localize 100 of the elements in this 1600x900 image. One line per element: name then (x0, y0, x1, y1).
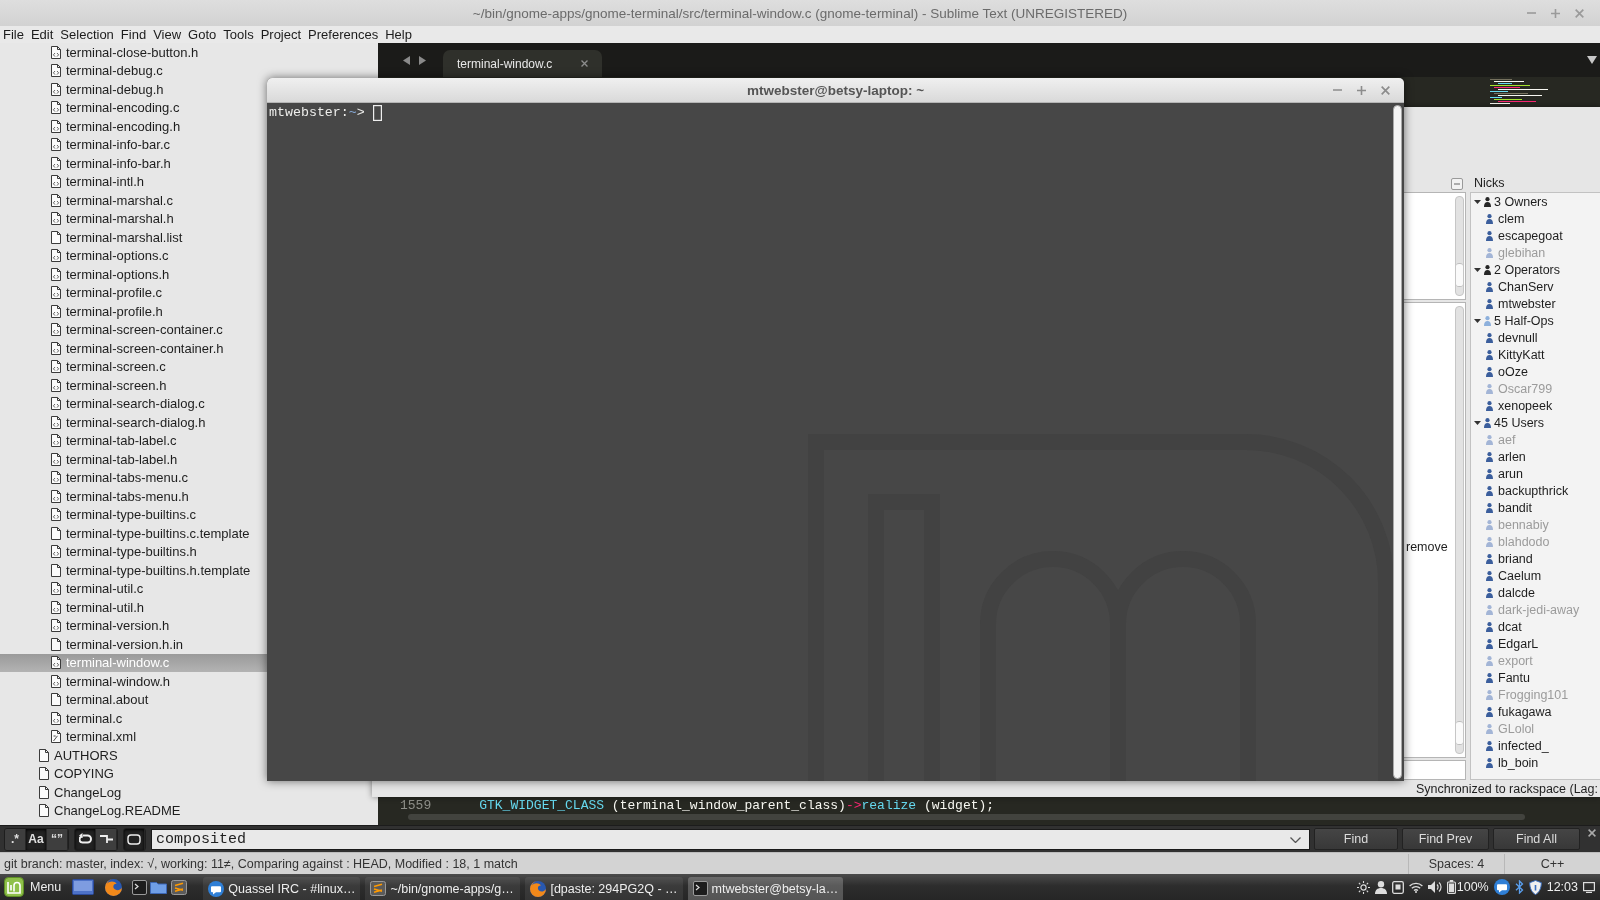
wifi-icon[interactable] (1408, 881, 1423, 893)
nick-item[interactable]: dalcde (1471, 584, 1600, 601)
maximize-icon[interactable] (1357, 85, 1366, 95)
file-tree-item[interactable]: AUTHORS (0, 746, 126, 765)
dropdown-arrow-icon[interactable] (1587, 56, 1597, 64)
syntax-setting[interactable]: C++ (1504, 853, 1600, 874)
menu-item[interactable]: View (153, 26, 182, 43)
brightness-icon[interactable] (1356, 880, 1370, 894)
file-tree-item[interactable]: terminal-util.h (0, 598, 153, 617)
file-tree-item[interactable]: terminal-version.h (0, 616, 178, 635)
nick-group[interactable]: 45 Users (1471, 414, 1600, 431)
scrollbar[interactable] (408, 814, 1525, 820)
file-tree-item[interactable]: terminal-marshal.c (0, 191, 181, 210)
nick-item[interactable]: xenopeek (1471, 397, 1600, 414)
file-tree-item[interactable]: terminal.c (0, 709, 131, 728)
nick-item[interactable]: EdgarL (1471, 635, 1600, 652)
file-tree-item[interactable]: ChangeLog.README (0, 801, 189, 820)
nick-item[interactable]: backupthrick (1471, 482, 1600, 499)
menu-item[interactable]: Project (260, 26, 302, 43)
nick-item[interactable]: devnull (1471, 329, 1600, 346)
forward-arrow-icon[interactable] (419, 55, 426, 65)
file-tree-item[interactable]: terminal-profile.c (0, 283, 171, 302)
desktop-icon[interactable] (72, 879, 95, 895)
find-input[interactable]: composited (151, 828, 1310, 850)
folder-icon[interactable] (150, 880, 168, 894)
file-tree-item[interactable]: terminal-marshal.list (0, 228, 191, 247)
nick-item[interactable]: fukagawa (1471, 703, 1600, 720)
close-icon[interactable] (1381, 85, 1390, 95)
indentation-setting[interactable]: Spaces: 4 (1408, 853, 1504, 874)
expand-arrow-icon[interactable] (1474, 199, 1481, 204)
expand-arrow-icon[interactable] (1474, 318, 1481, 323)
volume-icon[interactable] (1427, 881, 1442, 893)
file-tree-item[interactable]: terminal-screen.h (0, 376, 175, 395)
menu-button[interactable]: Menu (2, 875, 65, 899)
file-tree-item[interactable]: terminal-tab-label.c (0, 431, 185, 450)
file-tree-item[interactable]: terminal-screen.c (0, 357, 174, 376)
file-tree-item[interactable]: terminal-encoding.c (0, 98, 188, 117)
nick-item[interactable]: Caelum (1471, 567, 1600, 584)
file-tree-item[interactable]: terminal-search-dialog.c (0, 394, 213, 413)
nick-item[interactable]: infected_ (1471, 737, 1600, 754)
nick-item[interactable]: bandit (1471, 499, 1600, 516)
file-tree-item[interactable]: terminal-tab-label.h (0, 450, 186, 469)
file-tree-item[interactable]: COPYING (0, 764, 122, 783)
file-tree-item[interactable]: terminal-marshal.h (0, 209, 182, 228)
close-icon[interactable] (581, 60, 588, 67)
file-tree-item[interactable]: terminal-close-button.h (0, 43, 207, 62)
nick-group[interactable]: 3 Owners (1471, 193, 1600, 210)
nick-item[interactable]: mtwebster (1471, 295, 1600, 312)
nick-item[interactable]: escapegoat (1471, 227, 1600, 244)
file-tree-item[interactable]: terminal-tabs-menu.h (0, 487, 197, 506)
file-tree-item[interactable]: terminal-type-builtins.h.template (0, 561, 259, 580)
file-tree-item[interactable]: terminal-screen-container.h (0, 339, 232, 358)
file-tree-item[interactable]: terminal-encoding.h (0, 117, 189, 136)
chat-icon[interactable] (1493, 879, 1510, 895)
nick-item[interactable]: clem (1471, 210, 1600, 227)
terminal-icon[interactable] (132, 879, 148, 895)
file-tree-item[interactable]: terminal-options.h (0, 265, 178, 284)
nick-item[interactable]: KittyKatt (1471, 346, 1600, 363)
file-tree-item[interactable]: terminal.about (0, 690, 157, 709)
file-tree-item[interactable]: terminal-screen-container.c (0, 320, 231, 339)
nick-group[interactable]: 5 Half-Ops (1471, 312, 1600, 329)
file-tree-item[interactable]: terminal-window.h (0, 672, 179, 691)
file-tree-item[interactable]: terminal-type-builtins.c (0, 505, 205, 524)
highlight-toggle[interactable] (124, 828, 145, 850)
expand-arrow-icon[interactable] (1474, 420, 1481, 425)
file-tree-item[interactable]: ChangeLog (0, 783, 130, 802)
menu-item[interactable]: Help (385, 26, 412, 43)
whole-word-toggle[interactable]: “” (47, 828, 68, 850)
caret-icon[interactable] (1290, 836, 1301, 843)
taskbar-window-button[interactable]: ~/bin/gnome-apps/g… (365, 877, 521, 900)
file-tree-item[interactable]: terminal-info-bar.c (0, 135, 179, 154)
find-button[interactable]: Find Prev (1402, 828, 1489, 850)
taskbar-window-button[interactable]: [dpaste: 294PG2Q - … (525, 877, 683, 900)
menu-item[interactable]: Goto (188, 26, 217, 43)
case-toggle[interactable]: Aa (26, 828, 47, 850)
striped-logo-icon[interactable] (171, 879, 188, 895)
file-tree-item[interactable]: terminal-util.c (0, 579, 152, 598)
scrollbar[interactable] (1455, 196, 1464, 296)
scrollbar-thumb[interactable] (1456, 263, 1463, 287)
nick-item[interactable]: oOze (1471, 363, 1600, 380)
nick-item[interactable]: arun (1471, 465, 1600, 482)
nick-item[interactable]: Fantu (1471, 669, 1600, 686)
file-tree-item[interactable]: terminal.xml (0, 727, 145, 746)
battery-icon[interactable] (1446, 880, 1456, 894)
clock[interactable]: 12:03 (1546, 880, 1578, 894)
wrap-toggle[interactable] (75, 828, 96, 850)
menu-item[interactable]: Find (120, 26, 147, 43)
file-tree-item[interactable]: terminal-tabs-menu.c (0, 468, 197, 487)
nick-item[interactable]: lb_boin (1471, 754, 1600, 771)
editor-tab[interactable]: terminal-window.c (443, 50, 602, 77)
nick-item[interactable]: ChanServ (1471, 278, 1600, 295)
menu-item[interactable]: Edit (30, 26, 54, 43)
scrollbar-thumb[interactable] (1456, 721, 1463, 745)
scrollbar[interactable] (1393, 105, 1402, 779)
monitor-icon[interactable] (1583, 881, 1595, 893)
file-tree-item[interactable]: terminal-type-builtins.h (0, 542, 205, 561)
file-tree-item[interactable]: terminal-debug.c (0, 61, 171, 80)
message-input[interactable] (1404, 760, 1466, 780)
shield-icon[interactable] (1528, 879, 1542, 895)
close-icon[interactable] (1588, 829, 1596, 837)
